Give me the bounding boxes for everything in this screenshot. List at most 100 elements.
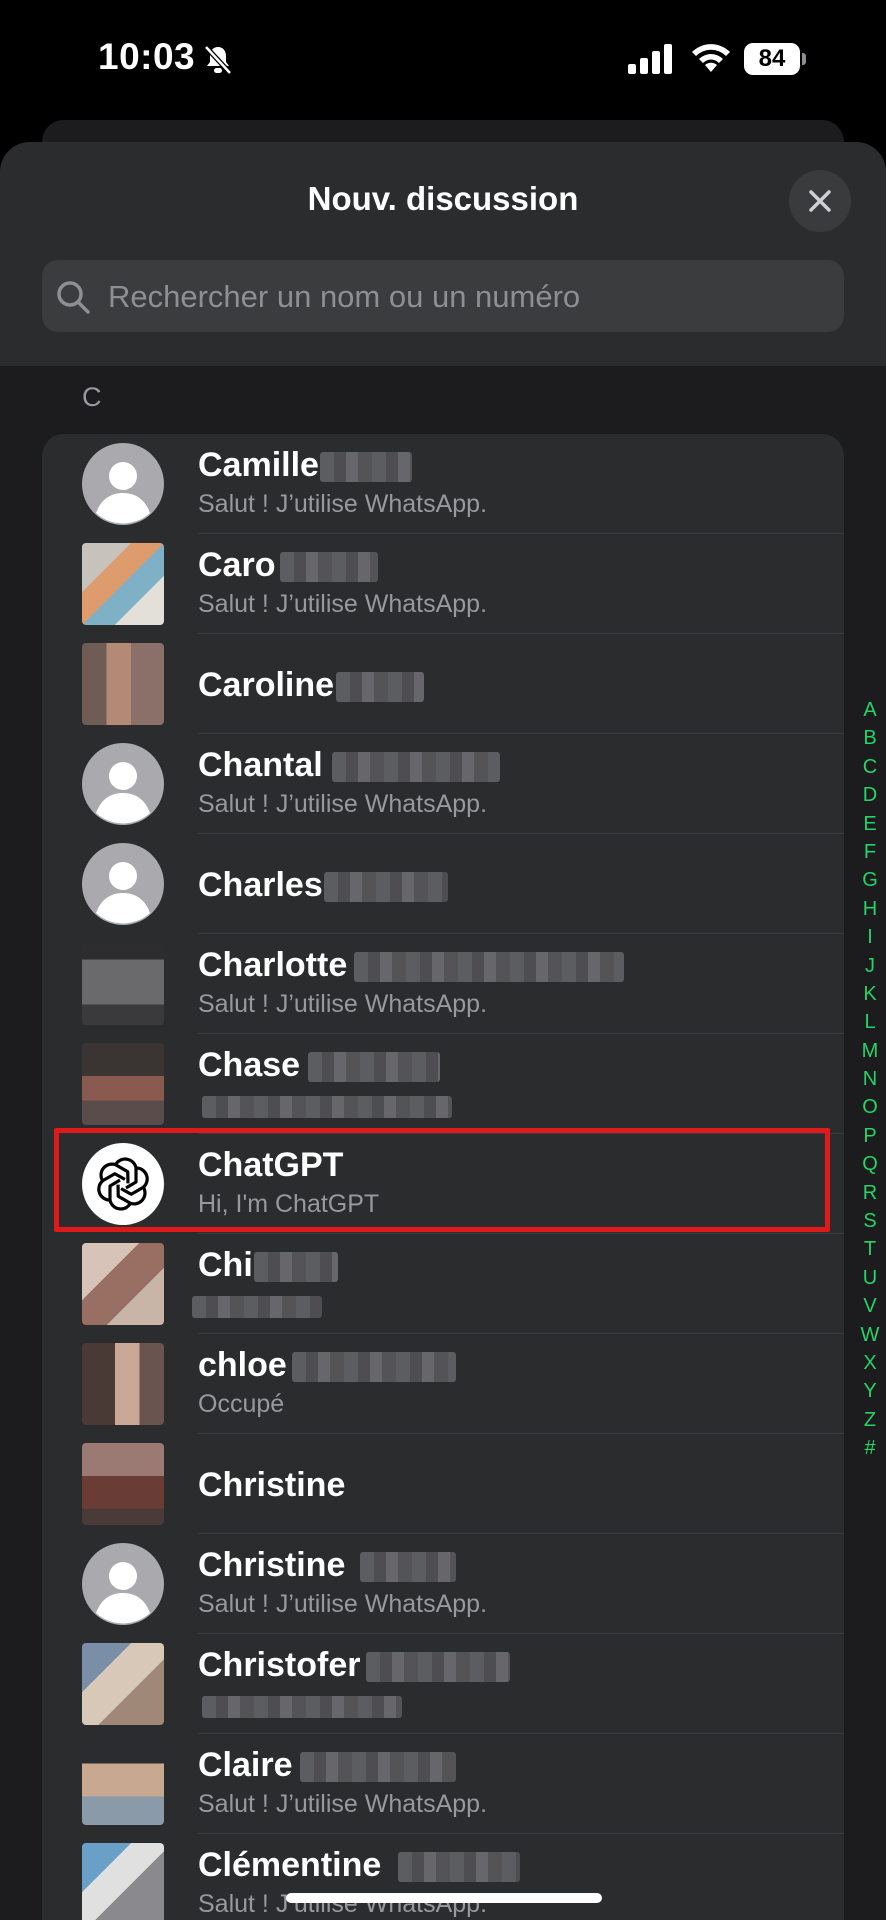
default-avatar-icon: [82, 743, 164, 825]
contact-row[interactable]: Caro Salut ! J’utilise WhatsApp.: [42, 534, 844, 634]
contact-row[interactable]: Claire Salut ! J’utilise WhatsApp.: [42, 1734, 844, 1834]
contact-row[interactable]: Chase: [42, 1034, 844, 1134]
index-letter[interactable]: E: [856, 810, 884, 838]
contact-name: Caroline: [198, 666, 335, 704]
contact-status: Salut ! J’utilise WhatsApp.: [198, 790, 488, 818]
cellular-signal-icon: [628, 44, 674, 79]
avatar: [82, 1643, 164, 1725]
contact-row[interactable]: Charlotte Salut ! J’utilise WhatsApp.: [42, 934, 844, 1034]
contact-row[interactable]: Charles: [42, 834, 844, 934]
contact-status: Salut ! J’utilise WhatsApp.: [198, 1590, 488, 1618]
index-letter[interactable]: C: [856, 753, 884, 781]
avatar: [82, 643, 164, 725]
contact-row[interactable]: Chi: [42, 1234, 844, 1334]
avatar: [82, 543, 164, 625]
index-letter[interactable]: Q: [856, 1150, 884, 1178]
redacted-text: [366, 1652, 510, 1682]
contact-name: Camille: [198, 446, 319, 484]
default-avatar-icon: [82, 843, 164, 925]
index-letter[interactable]: D: [856, 781, 884, 809]
close-icon: [809, 190, 831, 212]
index-letter[interactable]: L: [856, 1008, 884, 1036]
avatar: [82, 1343, 164, 1425]
contact-row[interactable]: Clémentine Salut ! J’utilise WhatsApp.: [42, 1834, 844, 1920]
search-icon: [57, 281, 90, 314]
redacted-text: [308, 1052, 440, 1082]
index-letter[interactable]: #: [856, 1434, 884, 1462]
index-letter[interactable]: U: [856, 1264, 884, 1292]
index-letter[interactable]: H: [856, 895, 884, 923]
index-letter[interactable]: N: [856, 1065, 884, 1093]
battery-icon: 84: [744, 43, 806, 75]
contact-status: Salut ! J’utilise WhatsApp.: [198, 490, 488, 518]
index-letter[interactable]: W: [856, 1321, 884, 1349]
index-letter[interactable]: T: [856, 1235, 884, 1263]
redacted-text: [354, 952, 624, 982]
index-letter[interactable]: Z: [856, 1406, 884, 1434]
index-letter[interactable]: P: [856, 1122, 884, 1150]
index-letter[interactable]: B: [856, 724, 884, 752]
avatar: [82, 943, 164, 1025]
contact-name: Christine: [198, 1546, 346, 1584]
redacted-text: [192, 1296, 322, 1318]
index-letter[interactable]: R: [856, 1179, 884, 1207]
avatar: [82, 1843, 164, 1920]
close-button[interactable]: [789, 170, 851, 232]
contact-name: chloe: [198, 1346, 287, 1384]
default-avatar-icon: [82, 443, 164, 525]
index-letter[interactable]: K: [856, 980, 884, 1008]
contact-name: Christofer: [198, 1646, 361, 1684]
redacted-text: [202, 1696, 402, 1718]
contact-name: Christine: [198, 1466, 346, 1504]
page-title: Nouv. discussion: [307, 180, 579, 217]
bell-slash-icon: [203, 44, 233, 81]
index-letter[interactable]: S: [856, 1207, 884, 1235]
index-letter[interactable]: Y: [856, 1377, 884, 1405]
search-input[interactable]: [106, 260, 830, 334]
new-chat-sheet: Nouv. discussion C Camille Salut ! J’uti…: [0, 142, 886, 1920]
index-letter[interactable]: J: [856, 952, 884, 980]
index-letter[interactable]: M: [856, 1037, 884, 1065]
section-header: C: [82, 382, 102, 412]
contact-row[interactable]: Christofer: [42, 1634, 844, 1734]
index-letter[interactable]: F: [856, 838, 884, 866]
contact-name: Charlotte: [198, 946, 348, 984]
contact-name: Charles: [198, 866, 323, 904]
redacted-text: [398, 1852, 520, 1882]
contact-status: Occupé: [198, 1390, 285, 1418]
battery-level: 84: [744, 43, 800, 75]
avatar: [82, 1043, 164, 1125]
index-letter[interactable]: G: [856, 866, 884, 894]
sheet-header: Nouv. discussion: [0, 142, 886, 366]
redacted-text: [202, 1096, 452, 1118]
alphabet-index[interactable]: A B C D E F G H I J K L M N O P Q R S T …: [856, 696, 884, 1463]
contact-status: Salut ! J’utilise WhatsApp.: [198, 590, 488, 618]
index-letter[interactable]: I: [856, 923, 884, 951]
redacted-text: [332, 752, 500, 782]
contact-row[interactable]: Chantal Salut ! J’utilise WhatsApp.: [42, 734, 844, 834]
contact-name: Clémentine: [198, 1846, 382, 1884]
index-letter[interactable]: V: [856, 1292, 884, 1320]
index-letter[interactable]: O: [856, 1093, 884, 1121]
contact-row[interactable]: Camille Salut ! J’utilise WhatsApp.: [42, 434, 844, 534]
avatar: [82, 1443, 164, 1525]
index-letter[interactable]: A: [856, 696, 884, 724]
contact-row[interactable]: chloe Occupé: [42, 1334, 844, 1434]
redacted-text: [360, 1552, 456, 1582]
index-letter[interactable]: X: [856, 1349, 884, 1377]
contact-name: Chantal: [198, 746, 323, 784]
avatar: [82, 1243, 164, 1325]
contact-row[interactable]: Caroline: [42, 634, 844, 734]
highlight-box: [54, 1128, 830, 1232]
avatar: [82, 1743, 164, 1825]
redacted-text: [320, 452, 412, 482]
contact-status: Salut ! J’utilise WhatsApp.: [198, 1790, 488, 1818]
contact-row[interactable]: Christine: [42, 1434, 844, 1534]
wifi-icon: [690, 42, 732, 79]
status-bar: 10:03 84: [0, 0, 886, 118]
search-bar[interactable]: [42, 260, 844, 334]
contact-row[interactable]: Christine Salut ! J’utilise WhatsApp.: [42, 1534, 844, 1634]
redacted-text: [324, 872, 448, 902]
contact-name: Chi: [198, 1246, 253, 1284]
home-indicator[interactable]: [286, 1893, 602, 1903]
